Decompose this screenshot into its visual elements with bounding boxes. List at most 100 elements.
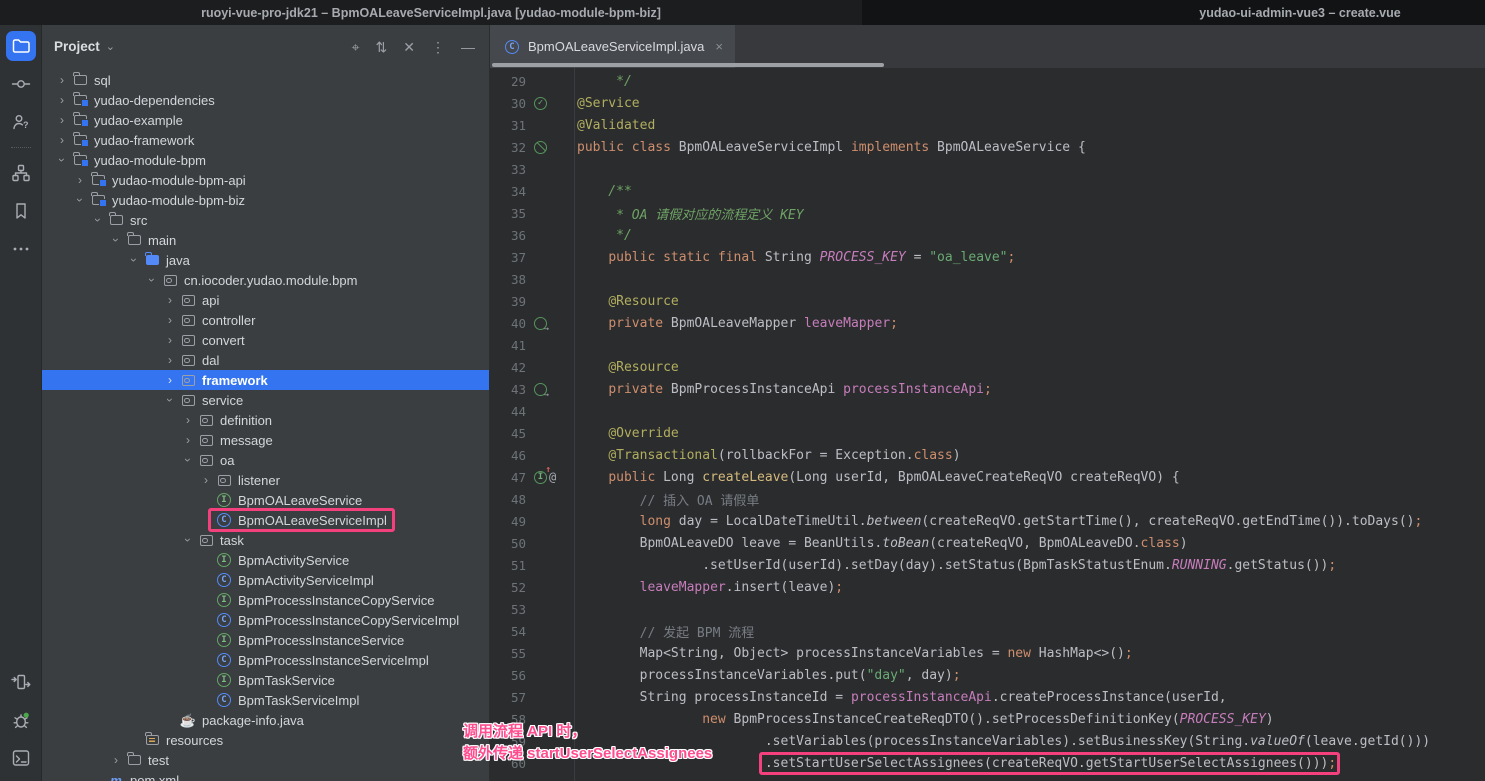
tree-item-framework[interactable]: ›framework xyxy=(42,370,489,390)
code-line-49[interactable]: 49 long day = LocalDateTimeUtil.between(… xyxy=(490,510,1485,532)
line-number[interactable]: 53 xyxy=(490,602,526,617)
code-line-54[interactable]: 54 // 发起 BPM 流程 xyxy=(490,620,1485,642)
tree-item-BpmProcessInstanceCopyServiceImpl[interactable]: ›CBpmProcessInstanceCopyServiceImpl xyxy=(42,610,489,630)
services-icon[interactable] xyxy=(6,667,36,697)
code-line-51[interactable]: 51 .setUserId(userId).setDay(day).setSta… xyxy=(490,554,1485,576)
code-line-37[interactable]: 37 public static final String PROCESS_KE… xyxy=(490,246,1485,268)
code-line-29[interactable]: 29 */ xyxy=(490,70,1485,92)
chevron-right-icon[interactable]: › xyxy=(162,354,178,366)
chevron-down-icon[interactable]: › xyxy=(182,452,194,468)
line-number[interactable]: 54 xyxy=(490,624,526,639)
tree-item-BpmProcessInstanceCopyService[interactable]: ›IBpmProcessInstanceCopyService xyxy=(42,590,489,610)
chevron-right-icon[interactable]: › xyxy=(162,314,178,326)
line-number[interactable]: 52 xyxy=(490,580,526,595)
code-line-32[interactable]: 32public class BpmOALeaveServiceImpl imp… xyxy=(490,136,1485,158)
chevron-right-icon[interactable]: › xyxy=(54,134,70,146)
editor-tab[interactable]: C BpmOALeaveServiceImpl.java × xyxy=(490,25,735,68)
code-line-42[interactable]: 42 @Resource xyxy=(490,356,1485,378)
tree-item-BpmOALeaveServiceImpl[interactable]: ›CBpmOALeaveServiceImpl xyxy=(42,510,489,530)
code-editor[interactable]: 29 */30✓@Service31@Validated32public cla… xyxy=(490,68,1485,781)
tree-item-listener[interactable]: ›listener xyxy=(42,470,489,490)
code-line-45[interactable]: 45 @Override xyxy=(490,422,1485,444)
chevron-down-icon[interactable]: › xyxy=(146,272,158,288)
chevron-right-icon[interactable]: › xyxy=(72,174,88,186)
code-line-46[interactable]: 46 @Transactional(rollbackFor = Exceptio… xyxy=(490,444,1485,466)
tree-item-sql[interactable]: ›sql xyxy=(42,70,489,90)
chevron-down-icon[interactable]: › xyxy=(74,192,86,208)
chevron-down-icon[interactable]: › xyxy=(164,392,176,408)
tree-item-yudao-module-bpm-biz[interactable]: ›yudao-module-bpm-biz xyxy=(42,190,489,210)
line-number[interactable]: 39 xyxy=(490,294,526,309)
tree-item-cn.iocoder.yudao.module.bpm[interactable]: ›cn.iocoder.yudao.module.bpm xyxy=(42,270,489,290)
chevron-right-icon[interactable]: › xyxy=(162,334,178,346)
tree-item-definition[interactable]: ›definition xyxy=(42,410,489,430)
line-number[interactable]: 49 xyxy=(490,514,526,529)
code-line-30[interactable]: 30✓@Service xyxy=(490,92,1485,114)
terminal-icon[interactable] xyxy=(6,743,36,773)
chevron-right-icon[interactable]: › xyxy=(180,434,196,446)
locate-file-icon[interactable]: ⌖ xyxy=(352,40,360,54)
chevron-down-icon[interactable]: › xyxy=(56,152,68,168)
code-line-53[interactable]: 53 xyxy=(490,598,1485,620)
code-line-39[interactable]: 39 @Resource xyxy=(490,290,1485,312)
project-tree[interactable]: ›sql›yudao-dependencies›yudao-example›yu… xyxy=(42,68,489,781)
chevron-down-icon[interactable]: › xyxy=(110,232,122,248)
more-options-icon[interactable]: ⋮ xyxy=(431,40,445,54)
implements-icon[interactable]: I@ xyxy=(526,471,574,484)
tree-item-package-info.java[interactable]: ›☕package-info.java xyxy=(42,710,489,730)
spring-bean-icon[interactable] xyxy=(526,141,574,154)
code-line-34[interactable]: 34 /** xyxy=(490,180,1485,202)
tree-item-BpmActivityServiceImpl[interactable]: ›CBpmActivityServiceImpl xyxy=(42,570,489,590)
tree-item-yudao-module-bpm[interactable]: ›yudao-module-bpm xyxy=(42,150,489,170)
line-number[interactable]: 34 xyxy=(490,184,526,199)
code-line-44[interactable]: 44 xyxy=(490,400,1485,422)
code-line-52[interactable]: 52 leaveMapper.insert(leave); xyxy=(490,576,1485,598)
more-tools-icon[interactable] xyxy=(6,234,36,264)
line-number[interactable]: 55 xyxy=(490,646,526,661)
line-number[interactable]: 61 xyxy=(490,778,526,781)
line-number[interactable]: 47 xyxy=(490,470,526,485)
tree-item-message[interactable]: ›message xyxy=(42,430,489,450)
tree-item-resources[interactable]: ›resources xyxy=(42,730,489,750)
line-number[interactable]: 35 xyxy=(490,206,526,221)
bookmarks-icon[interactable] xyxy=(6,196,36,226)
chevron-right-icon[interactable]: › xyxy=(198,474,214,486)
tree-item-pom.xml[interactable]: ›mpom.xml xyxy=(42,770,489,781)
line-number[interactable]: 42 xyxy=(490,360,526,375)
code-line-43[interactable]: 43 private BpmProcessInstanceApi process… xyxy=(490,378,1485,400)
code-line-56[interactable]: 56 processInstanceVariables.put("day", d… xyxy=(490,664,1485,686)
close-icon[interactable]: × xyxy=(715,39,723,54)
code-line-55[interactable]: 55 Map<String, Object> processInstanceVa… xyxy=(490,642,1485,664)
chevron-down-icon[interactable]: ⌄ xyxy=(106,40,115,53)
line-number[interactable]: 33 xyxy=(490,162,526,177)
chevron-down-icon[interactable]: › xyxy=(92,212,104,228)
code-line-48[interactable]: 48 // 插入 OA 请假单 xyxy=(490,488,1485,510)
tree-item-BpmProcessInstanceService[interactable]: ›IBpmProcessInstanceService xyxy=(42,630,489,650)
code-line-38[interactable]: 38 xyxy=(490,268,1485,290)
tree-item-task[interactable]: ›task xyxy=(42,530,489,550)
chevron-right-icon[interactable]: › xyxy=(54,74,70,86)
chevron-down-icon[interactable]: › xyxy=(128,252,140,268)
pull-requests-icon[interactable]: ? xyxy=(6,107,36,137)
code-line-35[interactable]: 35 * OA 请假对应的流程定义 KEY xyxy=(490,202,1485,224)
tree-item-controller[interactable]: ›controller xyxy=(42,310,489,330)
chevron-right-icon[interactable]: › xyxy=(162,294,178,306)
tree-item-BpmOALeaveService[interactable]: ›IBpmOALeaveService xyxy=(42,490,489,510)
line-number[interactable]: 46 xyxy=(490,448,526,463)
expand-all-icon[interactable]: ⇅ xyxy=(376,40,388,54)
line-number[interactable]: 45 xyxy=(490,426,526,441)
chevron-right-icon[interactable]: › xyxy=(162,374,178,386)
commit-icon[interactable] xyxy=(6,69,36,99)
tree-item-BpmProcessInstanceServiceImpl[interactable]: ›CBpmProcessInstanceServiceImpl xyxy=(42,650,489,670)
code-line-31[interactable]: 31@Validated xyxy=(490,114,1485,136)
code-line-47[interactable]: 47I@ public Long createLeave(Long userId… xyxy=(490,466,1485,488)
line-number[interactable]: 30 xyxy=(490,96,526,111)
line-number[interactable]: 38 xyxy=(490,272,526,287)
tree-item-yudao-example[interactable]: ›yudao-example xyxy=(42,110,489,130)
project-tool-icon[interactable] xyxy=(6,31,36,61)
chevron-right-icon[interactable]: › xyxy=(54,114,70,126)
line-number[interactable]: 29 xyxy=(490,74,526,89)
line-number[interactable]: 31 xyxy=(490,118,526,133)
tree-item-convert[interactable]: ›convert xyxy=(42,330,489,350)
chevron-down-icon[interactable]: › xyxy=(182,532,194,548)
